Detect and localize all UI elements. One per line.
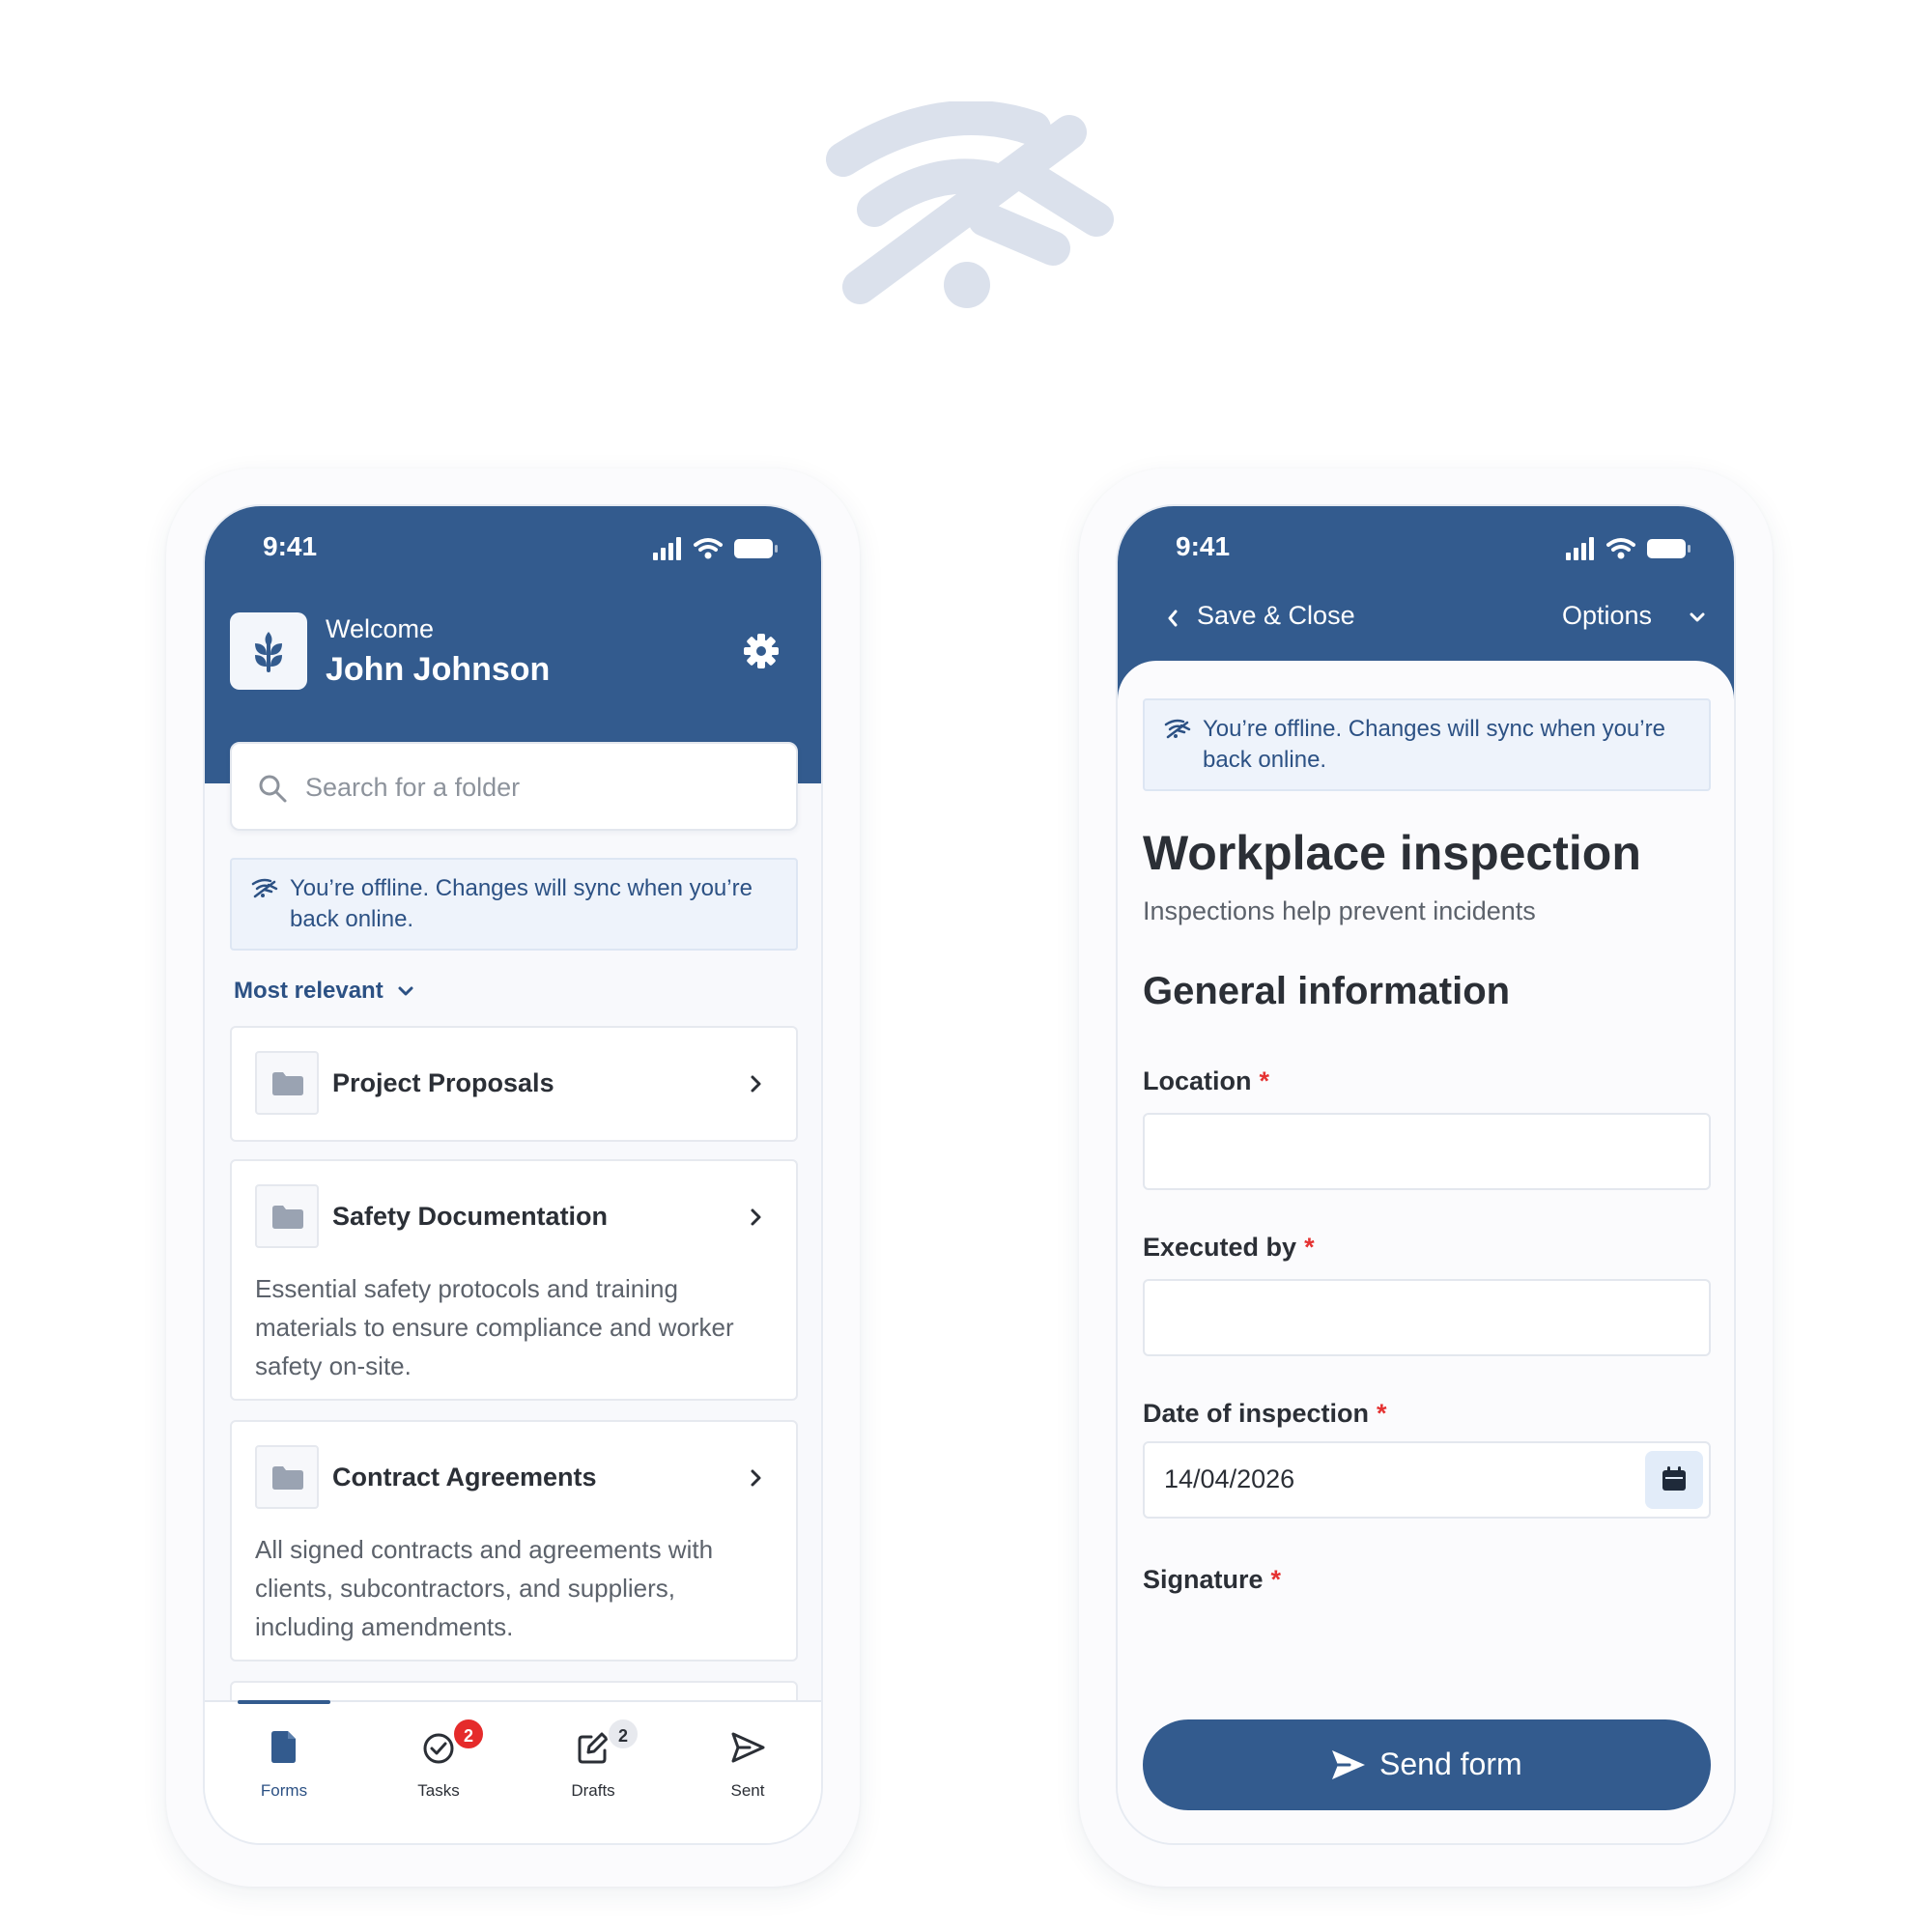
wifi-off-icon — [251, 878, 278, 898]
chevron-down-icon[interactable] — [396, 983, 415, 1001]
required-mark: * — [1270, 1565, 1282, 1594]
folder-icon — [272, 1206, 303, 1229]
tab-label: Forms — [260, 1781, 308, 1800]
active-tab-indicator — [238, 1700, 330, 1704]
folder-description: Essential safety protocols and training … — [255, 1274, 734, 1380]
location-label: Location * — [1143, 1066, 1269, 1096]
tab-label: Sent — [730, 1781, 765, 1800]
date-field[interactable]: 14/04/2026 — [1143, 1441, 1711, 1519]
search-icon — [259, 775, 287, 803]
signature-label-text: Signature — [1143, 1565, 1264, 1594]
app-logo — [230, 612, 307, 690]
send-icon — [731, 1732, 765, 1763]
date-label: Date of inspection * — [1143, 1399, 1387, 1429]
offline-message: You’re offline. Changes will sync when y… — [1203, 716, 1665, 773]
tab-tasks[interactable]: 2 Tasks — [371, 1718, 506, 1822]
tasks-badge: 2 — [452, 1718, 485, 1750]
user-name: John Johnson — [326, 651, 551, 688]
document-icon — [271, 1731, 296, 1763]
folder-card-project-proposals[interactable]: Project Proposals — [230, 1026, 798, 1142]
calendar-icon — [1662, 1466, 1686, 1491]
status-bar: 9:41 — [1118, 506, 1734, 583]
wifi-off-icon — [1164, 719, 1191, 739]
status-bar: 9:41 — [205, 506, 821, 583]
send-form-button[interactable]: Send form — [1143, 1719, 1711, 1810]
folder-thumb — [255, 1051, 319, 1115]
signature-label: Signature * — [1143, 1565, 1281, 1595]
folder-title: Project Proposals — [332, 1068, 554, 1097]
tab-sent[interactable]: Sent — [680, 1725, 815, 1822]
date-label-text: Date of inspection — [1143, 1399, 1370, 1428]
folder-thumb — [255, 1184, 319, 1248]
search-input[interactable] — [305, 761, 769, 813]
home-screen: 9:41 Welcome John Johnson Search for a f… — [203, 504, 823, 1845]
folder-thumb — [255, 1445, 319, 1509]
chevron-right-icon — [751, 1208, 761, 1226]
send-icon — [1332, 1750, 1365, 1779]
options-button[interactable]: Options — [1562, 601, 1652, 631]
status-icons — [1566, 537, 1690, 560]
section-title: General information — [1143, 970, 1511, 1012]
gear-icon[interactable] — [742, 632, 781, 670]
welcome-label: Welcome — [326, 614, 435, 643]
send-form-label: Send form — [1379, 1747, 1522, 1781]
wifi-off-icon — [826, 101, 1114, 308]
offline-banner: You’re offline. Changes will sync when y… — [1143, 698, 1711, 791]
edit-icon — [578, 1732, 609, 1764]
tab-forms[interactable]: Forms — [216, 1725, 352, 1822]
form-title: Workplace inspection — [1143, 826, 1641, 880]
save-close-button[interactable]: Save & Close — [1197, 601, 1355, 631]
status-time: 9:41 — [1176, 531, 1231, 561]
folder-title: Safety Documentation — [332, 1202, 609, 1231]
chevron-right-icon — [751, 1469, 761, 1487]
chevron-left-icon[interactable] — [1166, 608, 1179, 629]
status-icons — [653, 537, 778, 560]
folder-card-safety-documentation[interactable]: Safety Documentation Essential safety pr… — [230, 1159, 798, 1401]
required-mark: * — [1377, 1399, 1387, 1428]
offline-banner: You’re offline. Changes will sync when y… — [230, 858, 798, 951]
folder-icon — [272, 1072, 303, 1095]
form-screen: 9:41 Save & Close Options You’re offline… — [1116, 504, 1736, 1845]
status-time: 9:41 — [263, 531, 318, 561]
calendar-button[interactable] — [1645, 1451, 1703, 1509]
folder-icon — [272, 1466, 303, 1490]
chevron-right-icon — [751, 1075, 761, 1093]
folder-description: All signed contracts and agreements with… — [255, 1535, 714, 1641]
check-circle-icon — [423, 1733, 454, 1764]
date-value: 14/04/2026 — [1164, 1464, 1295, 1493]
executed-by-field[interactable] — [1143, 1279, 1711, 1356]
location-label-text: Location — [1143, 1066, 1252, 1095]
bottom-tab-bar: Forms 2 Tasks 2 Drafts Sent — [205, 1700, 821, 1843]
executed-by-label: Executed by * — [1143, 1233, 1315, 1263]
sort-dropdown[interactable]: Most relevant — [234, 978, 384, 1005]
executed-by-label-text: Executed by — [1143, 1233, 1297, 1262]
folder-card-contract-agreements[interactable]: Contract Agreements All signed contracts… — [230, 1420, 798, 1662]
leaf-icon — [255, 632, 282, 672]
form-subtitle: Inspections help prevent incidents — [1143, 896, 1536, 925]
tab-label: Drafts — [571, 1781, 615, 1800]
tab-drafts[interactable]: 2 Drafts — [526, 1718, 661, 1822]
required-mark: * — [1304, 1233, 1315, 1262]
chevron-down-icon[interactable] — [1688, 611, 1707, 626]
required-mark: * — [1259, 1066, 1270, 1095]
tab-label: Tasks — [417, 1781, 460, 1800]
location-field[interactable] — [1143, 1113, 1711, 1190]
offline-message: You’re offline. Changes will sync when y… — [290, 875, 753, 932]
drafts-badge: 2 — [607, 1718, 639, 1750]
folder-title: Contract Agreements — [332, 1463, 597, 1492]
folder-search — [230, 742, 798, 831]
